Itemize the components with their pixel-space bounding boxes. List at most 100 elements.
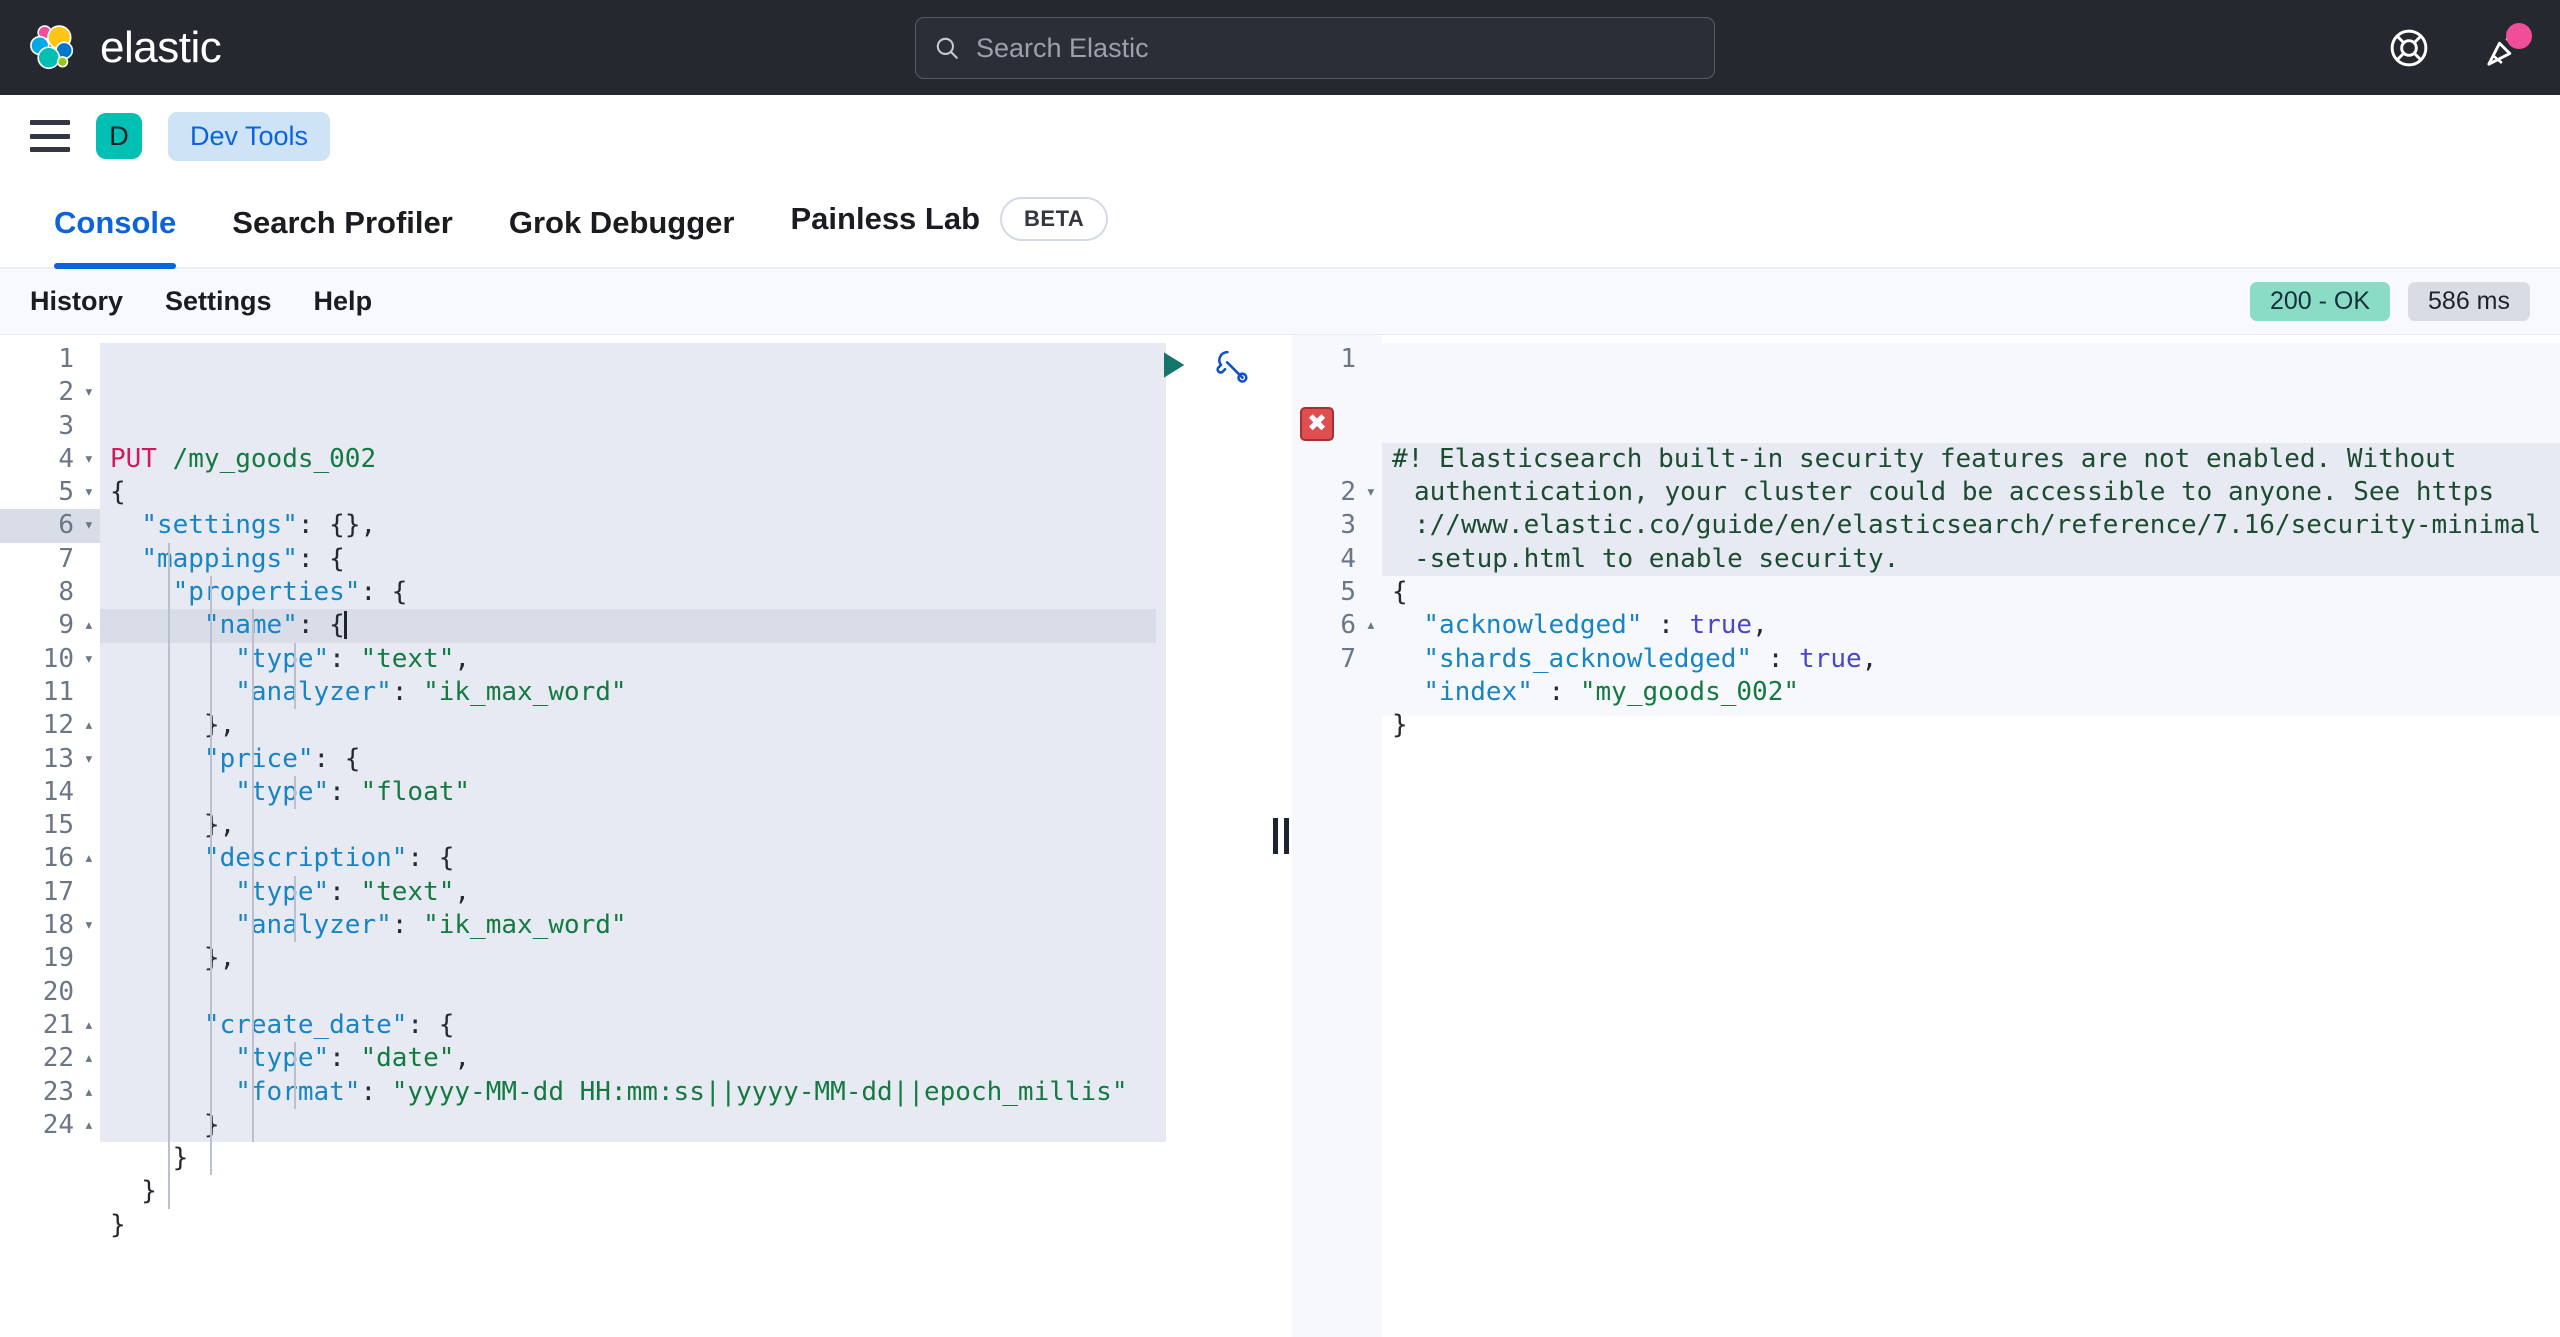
fold-toggle-icon[interactable]: ▾ xyxy=(84,443,94,476)
code-line[interactable]: "settings": {}, xyxy=(100,509,1270,542)
response-line-numbers: 1 2 ▾ 3 4 5 6 ▴ 7 xyxy=(1292,335,1382,1337)
code-line[interactable]: "analyzer": "ik_max_word" xyxy=(100,676,1270,709)
code-line[interactable]: "type": "float" xyxy=(100,776,1270,809)
line-number: 5 xyxy=(1340,577,1356,608)
party-popper-announcements-icon[interactable] xyxy=(2482,22,2532,71)
beta-badge: BETA xyxy=(1000,197,1109,241)
response-pane[interactable]: 1 2 ▾ 3 4 5 6 ▴ 7 #! Elasticsearch built-in secu… xyxy=(1292,335,2560,1337)
code-line[interactable]: "properties": { xyxy=(100,576,1270,609)
fold-toggle-icon[interactable]: ▴ xyxy=(84,1009,94,1042)
response-code-surface[interactable]: #! Elasticsearch built-in security featu… xyxy=(1382,335,2560,1337)
line-number: 4 ▾ xyxy=(0,443,100,476)
tab-painless-lab[interactable]: Painless Lab BETA xyxy=(763,197,1137,267)
code-line[interactable]: }, xyxy=(100,809,1270,842)
global-search[interactable] xyxy=(915,17,1715,79)
code-line[interactable]: PUT /my_goods_002 xyxy=(100,443,1270,476)
fold-toggle-icon[interactable]: ▴ xyxy=(84,709,94,742)
line-number: 13 ▾ xyxy=(0,743,100,776)
line-number: 17 xyxy=(42,876,74,907)
tab-console[interactable]: Console xyxy=(26,205,204,269)
line-number: 15 xyxy=(42,810,74,841)
search-input[interactable] xyxy=(976,32,1696,64)
search-box[interactable] xyxy=(915,17,1715,79)
request-pane[interactable]: 1 2 ▾ 3 4 ▾ 5 ▾ 6 ▾ 7 8 9 ▴ 10 ▾ 11 12 ▴ 13 ▾ 14 15 16 ▴ 17 18 ▾ 19 2… xyxy=(0,335,1270,1337)
fold-toggle-icon[interactable]: ▾ xyxy=(84,476,94,509)
fold-toggle-icon[interactable]: ▾ xyxy=(84,376,94,409)
indent-guide xyxy=(210,576,212,1176)
code-line[interactable] xyxy=(100,976,1270,1009)
play-send-request-icon[interactable] xyxy=(1155,347,1191,383)
code-line[interactable]: } xyxy=(100,1142,1270,1175)
fold-toggle-icon[interactable]: ▾ xyxy=(1366,476,1376,509)
error-cross-icon[interactable]: ✖ xyxy=(1300,407,1334,441)
code-line[interactable]: "create_date": { xyxy=(100,1009,1270,1042)
fold-toggle-icon[interactable]: ▴ xyxy=(84,842,94,875)
line-number: 11 xyxy=(42,676,74,707)
line-number: 9 ▴ xyxy=(0,609,100,642)
tab-search-profiler[interactable]: Search Profiler xyxy=(204,205,481,267)
console-toolbar: History Settings Help 200 - OK 586 ms xyxy=(0,269,2560,335)
line-number: 23 ▴ xyxy=(0,1076,100,1109)
line-number: 5 ▾ xyxy=(0,476,100,509)
life-ring-help-icon[interactable] xyxy=(2386,25,2432,71)
code-line[interactable]: } xyxy=(100,1109,1270,1142)
request-code-lines[interactable]: PUT /my_goods_002{ "settings": {}, "mapp… xyxy=(100,443,1270,1242)
fold-toggle-icon[interactable]: ▴ xyxy=(84,1042,94,1075)
tab-label: Grok Debugger xyxy=(508,205,735,240)
console-editor-area: 1 2 ▾ 3 4 ▾ 5 ▾ 6 ▾ 7 8 9 ▴ 10 ▾ 11 12 ▴ 13 ▾ 14 15 16 ▴ 17 18 ▾ 19 2… xyxy=(0,335,2560,1337)
hamburger-menu-icon[interactable] xyxy=(30,120,70,152)
indent-guide xyxy=(294,875,296,943)
brand-name: elastic xyxy=(100,22,222,72)
fold-toggle-icon[interactable]: ▾ xyxy=(84,509,94,542)
vertical-resize-grip-icon[interactable] xyxy=(1273,818,1289,854)
global-header: elastic xyxy=(0,0,2560,95)
line-number: 2 ▾ xyxy=(1292,476,1382,509)
code-line[interactable]: } xyxy=(100,1209,1270,1242)
code-line[interactable]: "type": "text", xyxy=(100,643,1270,676)
code-line: { xyxy=(1392,577,1408,608)
history-button[interactable]: History xyxy=(30,286,123,317)
request-code-surface[interactable]: PUT /my_goods_002{ "settings": {}, "mapp… xyxy=(100,335,1270,1337)
fold-toggle-icon[interactable]: ▾ xyxy=(84,643,94,676)
line-number: 16 ▴ xyxy=(0,842,100,875)
line-number: 14 xyxy=(42,776,74,807)
line-number: 7 xyxy=(1340,643,1356,674)
fold-toggle-icon[interactable]: ▴ xyxy=(1366,609,1376,642)
search-icon xyxy=(936,37,958,59)
code-line[interactable]: "type": "text", xyxy=(100,876,1270,909)
code-line[interactable]: "type": "date", xyxy=(100,1042,1270,1075)
settings-button[interactable]: Settings xyxy=(165,286,272,317)
code-line[interactable]: "name": { xyxy=(100,609,1156,643)
duration-badge: 586 ms xyxy=(2408,282,2530,321)
line-number: 12 ▴ xyxy=(0,709,100,742)
help-button[interactable]: Help xyxy=(314,286,373,317)
code-line[interactable]: }, xyxy=(100,942,1270,975)
fold-toggle-icon[interactable]: ▴ xyxy=(84,1109,94,1142)
line-number: 19 xyxy=(42,943,74,974)
code-line[interactable]: "format": "yyyy-MM-dd HH:mm:ss||yyyy-MM-… xyxy=(100,1076,1270,1109)
code-line[interactable]: } xyxy=(100,1175,1270,1208)
code-line[interactable]: "analyzer": "ik_max_word" xyxy=(100,909,1270,942)
status-badge: 200 - OK xyxy=(2249,282,2391,321)
code-line[interactable]: "price": { xyxy=(100,743,1270,776)
header-actions xyxy=(2386,0,2532,95)
fold-toggle-icon[interactable]: ▴ xyxy=(84,609,94,642)
line-number: 6 ▴ xyxy=(1292,609,1382,642)
code-line[interactable]: { xyxy=(100,476,1270,509)
breadcrumb-bar: D Dev Tools xyxy=(0,95,2560,177)
line-number: 3 xyxy=(58,410,74,441)
fold-toggle-icon[interactable]: ▾ xyxy=(84,909,94,942)
tab-grok-debugger[interactable]: Grok Debugger xyxy=(481,205,763,267)
fold-toggle-icon[interactable]: ▴ xyxy=(84,1076,94,1109)
code-line[interactable]: "mappings": { xyxy=(100,543,1270,576)
pane-splitter[interactable] xyxy=(1270,335,1292,1337)
fold-toggle-icon[interactable]: ▾ xyxy=(84,743,94,776)
code-line: "acknowledged" : true, xyxy=(1423,610,1768,641)
code-line[interactable]: "description": { xyxy=(100,842,1270,875)
breadcrumb-dev-tools[interactable]: Dev Tools xyxy=(168,111,331,161)
line-number: 4 xyxy=(1340,543,1356,574)
line-number: 8 xyxy=(58,577,74,608)
wrench-actions-icon[interactable] xyxy=(1213,347,1249,383)
code-line[interactable]: }, xyxy=(100,709,1270,742)
space-avatar[interactable]: D xyxy=(96,113,142,159)
